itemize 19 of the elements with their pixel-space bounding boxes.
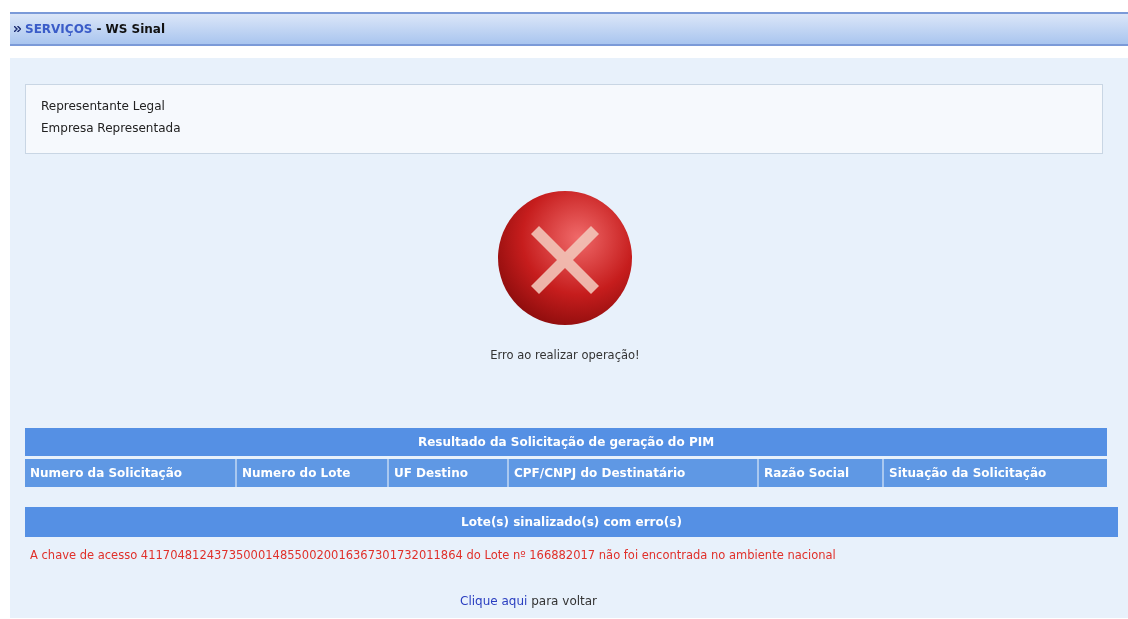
column-header: UF Destino <box>389 459 509 487</box>
section-title: Lote(s) sinalizado(s) com erro(s) <box>25 507 1118 537</box>
back-sentence: Clique aqui para voltar <box>460 594 598 608</box>
field-label: Empresa Representada <box>41 120 181 137</box>
table-title: Resultado da Solicitação de geração do PIM <box>25 428 1107 456</box>
column-header: CPF/CNPJ do Destinatário <box>509 459 759 487</box>
error-message: A chave de acesso 41170481243735000148550020016367301732011864 do Lote nº 166882017 não foi encontrada no ambiente nacional <box>29 548 836 562</box>
page-title: WS Sinal <box>105 22 166 36</box>
column-header: Numero da Solicitação <box>25 459 237 487</box>
breadcrumb-arrow-icon <box>14 26 21 32</box>
error-icon <box>497 190 633 326</box>
back-link[interactable]: Clique aqui <box>460 594 528 608</box>
column-header: Situação da Solicitação <box>888 465 1048 482</box>
field-label: Representante Legal <box>41 98 165 115</box>
status-message: Erro ao realizar operação! <box>490 348 640 362</box>
column-header: Numero do Lote <box>237 459 389 487</box>
breadcrumb-link[interactable]: SERVIÇOS <box>25 22 93 36</box>
breadcrumb-separator: - <box>96 22 102 36</box>
column-header: Razão Social <box>759 459 884 487</box>
